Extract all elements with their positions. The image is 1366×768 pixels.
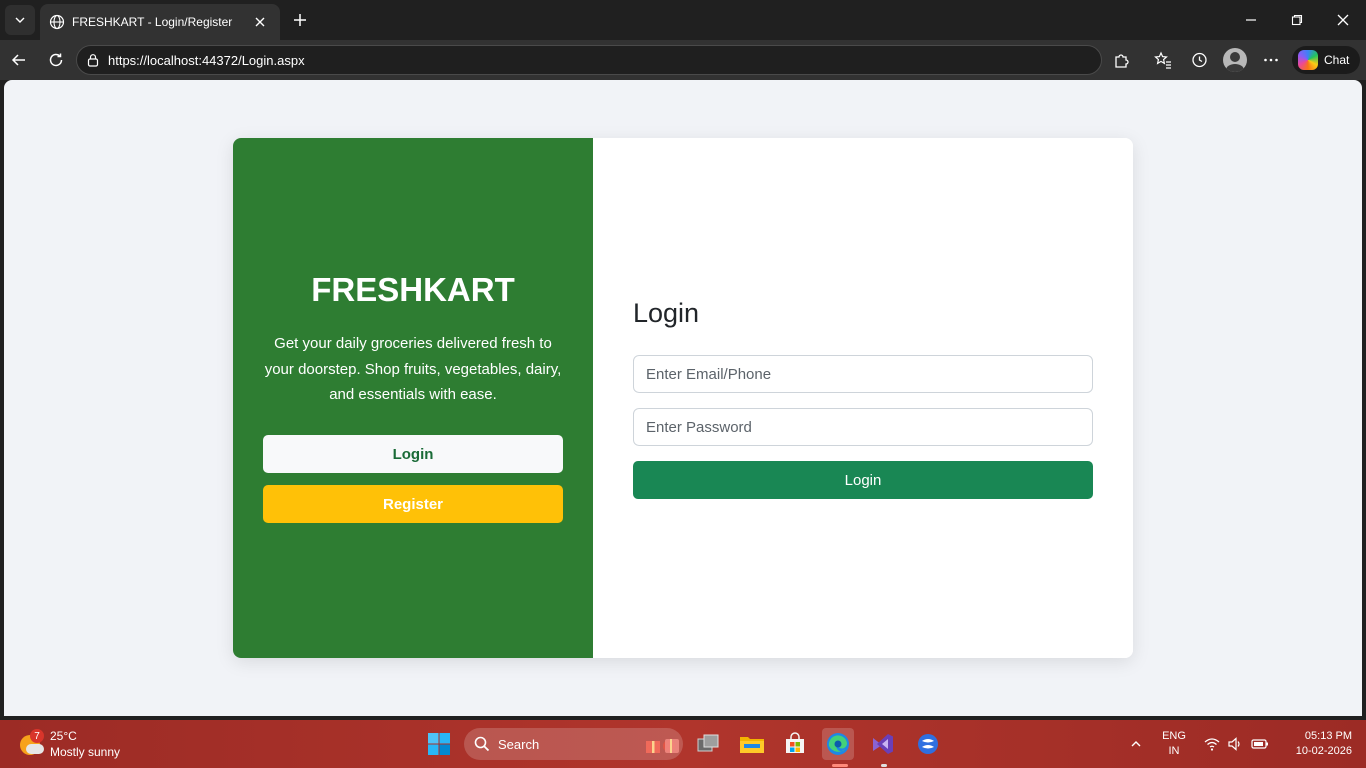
tab-strip: FRESHKART - Login/Register — [0, 0, 1366, 40]
weather-condition: Mostly sunny — [50, 745, 121, 759]
email-phone-input[interactable] — [633, 355, 1093, 393]
login-form-panel: Login Login — [593, 138, 1133, 658]
battery-icon — [1251, 739, 1268, 749]
file-explorer-icon — [740, 737, 764, 753]
ellipsis-icon — [1264, 58, 1278, 62]
volume-button[interactable] — [1225, 734, 1245, 754]
more-options-button[interactable] — [1257, 46, 1285, 74]
extensions-button[interactable] — [1108, 46, 1136, 74]
brand-title: FRESHKART — [311, 271, 515, 308]
clock-date: 10-02-2026 — [1295, 745, 1352, 757]
login-submit-button[interactable]: Login — [633, 461, 1093, 499]
battery-button[interactable] — [1250, 734, 1270, 754]
page-viewport: FRESHKART Get your daily groceries deliv… — [4, 80, 1362, 716]
weather-widget[interactable]: 7 25°C Mostly sunny — [18, 726, 120, 762]
language-code: ENG — [1162, 730, 1186, 742]
address-bar[interactable]: https://localhost:44372/Login.aspx — [76, 45, 1102, 75]
windows-start-icon — [428, 733, 450, 755]
search-icon — [474, 736, 490, 752]
visual-studio-icon — [873, 734, 893, 754]
weather-badge: 7 — [30, 729, 44, 743]
close-window-button[interactable] — [1328, 5, 1358, 35]
avatar — [1223, 48, 1247, 72]
puzzle-icon — [1115, 54, 1129, 68]
active-app-indicator — [832, 764, 848, 767]
active-tab[interactable]: FRESHKART - Login/Register — [40, 4, 280, 40]
refresh-icon — [49, 53, 63, 67]
new-tab-button[interactable] — [288, 8, 312, 32]
side-login-button[interactable]: Login — [263, 435, 563, 473]
tab-title: FRESHKART - Login/Register — [72, 15, 233, 29]
search-label: Search — [498, 736, 540, 752]
show-hidden-icons-button[interactable] — [1126, 734, 1146, 754]
chat-label: Chat — [1324, 53, 1350, 67]
chevron-down-icon — [15, 17, 25, 23]
profile-button[interactable] — [1221, 46, 1249, 74]
volume-icon — [1228, 737, 1240, 751]
restore-button[interactable] — [1282, 5, 1312, 35]
edge-icon — [827, 733, 849, 755]
taskbar-search[interactable]: Search — [464, 728, 683, 760]
start-button[interactable] — [423, 728, 455, 760]
taskbar: 7 25°C Mostly sunny Search ENG IN 05:13 … — [0, 720, 1366, 768]
copilot-icon — [1298, 50, 1318, 70]
microsoft-store-button[interactable] — [779, 728, 811, 760]
close-tab-icon[interactable] — [250, 12, 270, 32]
arrow-left-icon — [11, 54, 25, 66]
restore-icon — [1291, 14, 1303, 26]
task-view-icon — [697, 734, 719, 752]
lock-icon[interactable] — [85, 52, 101, 68]
edge-button[interactable] — [822, 728, 854, 760]
minimize-button[interactable] — [1236, 5, 1266, 35]
close-icon — [1337, 14, 1349, 26]
visual-studio-button[interactable] — [867, 728, 899, 760]
auth-card: FRESHKART Get your daily groceries deliv… — [233, 138, 1133, 658]
globe-icon — [48, 13, 66, 31]
microsoft-store-icon — [786, 732, 804, 753]
favorites-list-icon — [1154, 51, 1171, 69]
task-view-button[interactable] — [692, 728, 724, 760]
history-button[interactable] — [1185, 46, 1213, 74]
system-clock[interactable]: 05:13 PM 10-02-2026 — [1292, 729, 1352, 759]
plus-icon — [294, 14, 306, 26]
copilot-chat-button[interactable]: Chat — [1292, 46, 1360, 74]
wifi-icon — [1204, 738, 1220, 751]
password-input[interactable] — [633, 408, 1093, 446]
refresh-button[interactable] — [42, 46, 70, 74]
gift-icon — [646, 739, 679, 753]
brand-panel: FRESHKART Get your daily groceries deliv… — [233, 138, 593, 658]
tab-list-button[interactable] — [5, 5, 35, 35]
url-text: https://localhost:44372/Login.aspx — [108, 53, 305, 68]
form-title: Login — [633, 298, 700, 328]
chevron-up-icon — [1131, 741, 1141, 747]
wifi-button[interactable] — [1202, 734, 1222, 754]
back-button[interactable] — [5, 46, 33, 74]
app-button[interactable] — [912, 728, 944, 760]
history-icon — [1192, 52, 1207, 68]
temperature: 25°C — [50, 729, 77, 743]
weather-icon: 7 — [18, 729, 44, 757]
open-app-indicator — [881, 764, 887, 767]
side-register-button[interactable]: Register — [263, 485, 563, 523]
language-indicator[interactable]: ENG IN — [1160, 729, 1188, 759]
minimize-icon — [1246, 19, 1256, 21]
favorites-button[interactable] — [1149, 46, 1177, 74]
app-icon — [918, 734, 938, 754]
region-code: IN — [1168, 745, 1180, 757]
brand-tagline: Get your daily groceries delivered fresh… — [264, 335, 562, 403]
file-explorer-button[interactable] — [736, 728, 768, 760]
clock-time: 05:13 PM — [1304, 730, 1352, 742]
